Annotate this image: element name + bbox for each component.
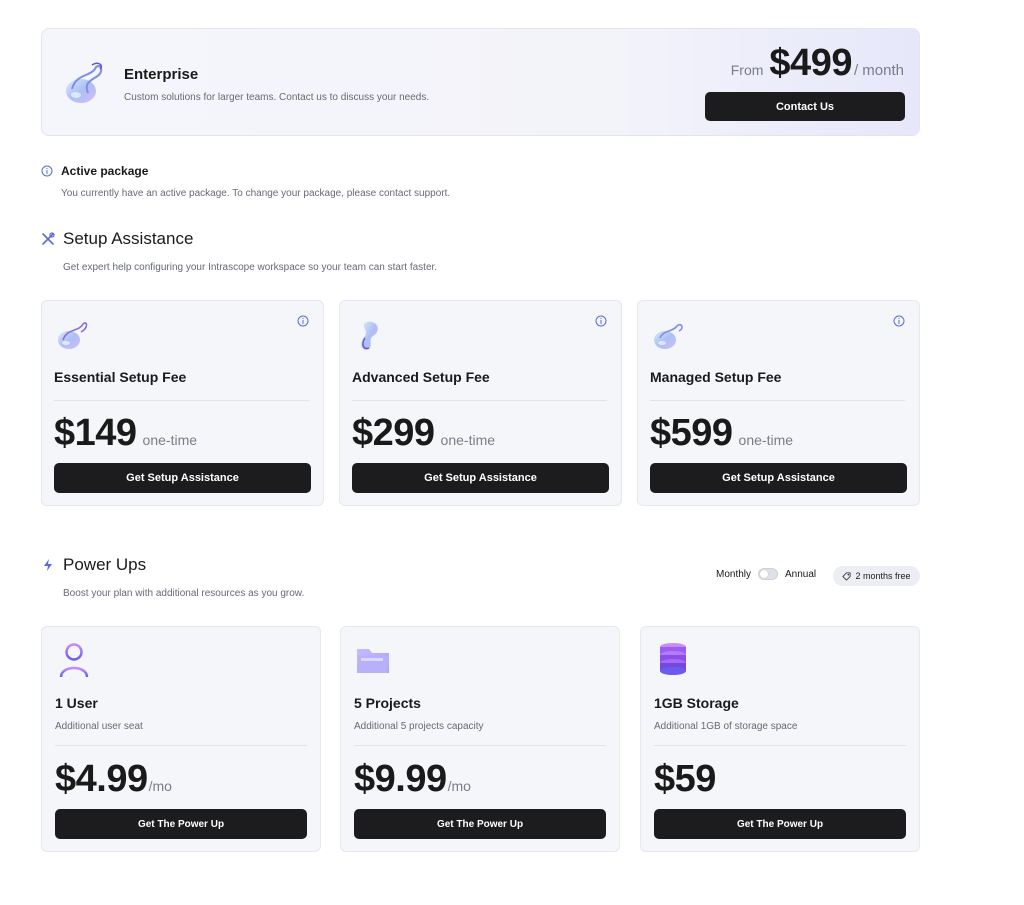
- info-icon[interactable]: [595, 315, 607, 327]
- monthly-label[interactable]: Monthly: [716, 569, 751, 580]
- powerup-card-description: Additional 1GB of storage space: [654, 721, 798, 732]
- powerup-card-description: Additional 5 projects capacity: [354, 721, 484, 732]
- promo-badge: 2 months free: [833, 566, 920, 586]
- setup-card-advanced: Advanced Setup Fee $299 one-time Get Set…: [339, 300, 622, 506]
- info-icon[interactable]: [893, 315, 905, 327]
- price-from-label: From: [730, 62, 764, 78]
- setup-card-name: Advanced Setup Fee: [352, 369, 490, 385]
- database-icon: [660, 643, 686, 675]
- powerup-card-projects: 5 Projects Additional 5 projects capacit…: [340, 626, 620, 852]
- setup-card-price: $149 one-time: [54, 411, 197, 455]
- lightning-icon: [44, 559, 52, 571]
- setup-section-title: Setup Assistance: [63, 229, 194, 248]
- powerups-section-title: Power Ups: [63, 555, 147, 574]
- toggle-knob: [760, 570, 769, 578]
- price-amount: $59: [654, 758, 716, 800]
- divider: [354, 745, 606, 746]
- price-period: / month: [853, 62, 904, 79]
- powerup-card-description: Additional user seat: [55, 721, 143, 732]
- setup-card-essential: Essential Setup Fee $149 one-time Get Se…: [41, 300, 324, 506]
- powerup-card-name: 1GB Storage: [654, 695, 739, 711]
- setup-card-price: $599 one-time: [650, 411, 793, 455]
- get-power-up-button[interactable]: Get The Power Up: [654, 809, 906, 839]
- glass-swirl-icon: [58, 322, 88, 349]
- powerups-section-description: Boost your plan with additional resource…: [63, 588, 305, 599]
- price-amount: $499: [769, 42, 852, 84]
- get-setup-assistance-button[interactable]: Get Setup Assistance: [650, 463, 907, 493]
- info-icon[interactable]: [297, 315, 309, 327]
- enterprise-title: Enterprise: [124, 66, 199, 83]
- glass-swirl-icon: [654, 323, 683, 349]
- price-amount: $9.99: [354, 758, 447, 800]
- folder-icon: [357, 649, 389, 673]
- tag-icon: [842, 571, 851, 581]
- setup-card-name: Essential Setup Fee: [54, 369, 187, 385]
- get-setup-assistance-button[interactable]: Get Setup Assistance: [352, 463, 609, 493]
- glass-swirl-icon: [66, 62, 103, 103]
- setup-card-managed: Managed Setup Fee $599 one-time Get Setu…: [637, 300, 920, 506]
- price-unit: /mo: [447, 778, 471, 794]
- promo-text: 2 months free: [855, 571, 911, 581]
- powerup-card-name: 5 Projects: [354, 695, 421, 711]
- setup-section-description: Get expert help configuring your Intrasc…: [63, 262, 438, 273]
- price-amount: $4.99: [55, 758, 148, 800]
- glass-swirl-icon: [361, 321, 378, 350]
- price-amount: $299: [352, 412, 435, 454]
- divider: [55, 745, 307, 746]
- powerup-card-storage: 1GB Storage Additional 1GB of storage sp…: [640, 626, 920, 852]
- contact-us-button[interactable]: Contact Us: [705, 92, 905, 121]
- annual-label[interactable]: Annual: [785, 569, 816, 580]
- price-unit: /mo: [148, 778, 172, 794]
- powerup-card-user: 1 User Additional user seat $4.99 /mo Ge…: [41, 626, 321, 852]
- tools-icon: [42, 232, 55, 245]
- enterprise-plan-card: Enterprise Custom solutions for larger t…: [41, 28, 920, 136]
- price-amount: $149: [54, 412, 137, 454]
- powerup-card-price: $4.99 /mo: [55, 757, 172, 801]
- enterprise-price: From $499 / month: [731, 42, 904, 84]
- divider: [650, 400, 905, 401]
- get-power-up-button[interactable]: Get The Power Up: [55, 809, 307, 839]
- billing-toggle-switch[interactable]: [758, 568, 779, 580]
- divider: [54, 400, 309, 401]
- price-unit: one-time: [142, 432, 198, 448]
- enterprise-description: Custom solutions for larger teams. Conta…: [124, 92, 430, 103]
- setup-card-name: Managed Setup Fee: [650, 369, 782, 385]
- notice-description: You currently have an active package. To…: [61, 188, 451, 199]
- divider: [654, 745, 906, 746]
- info-icon: [41, 165, 53, 177]
- powerup-card-price: $59: [654, 757, 717, 801]
- get-setup-assistance-button[interactable]: Get Setup Assistance: [54, 463, 311, 493]
- divider: [352, 400, 607, 401]
- user-icon: [59, 643, 89, 678]
- price-amount: $599: [650, 412, 733, 454]
- notice-title: Active package: [61, 164, 149, 178]
- price-unit: one-time: [440, 432, 496, 448]
- powerup-card-name: 1 User: [55, 695, 98, 711]
- powerup-card-price: $9.99 /mo: [354, 757, 471, 801]
- setup-card-price: $299 one-time: [352, 411, 495, 455]
- billing-period-toggle: Monthly Annual: [716, 568, 816, 580]
- price-unit: one-time: [738, 432, 794, 448]
- get-power-up-button[interactable]: Get The Power Up: [354, 809, 606, 839]
